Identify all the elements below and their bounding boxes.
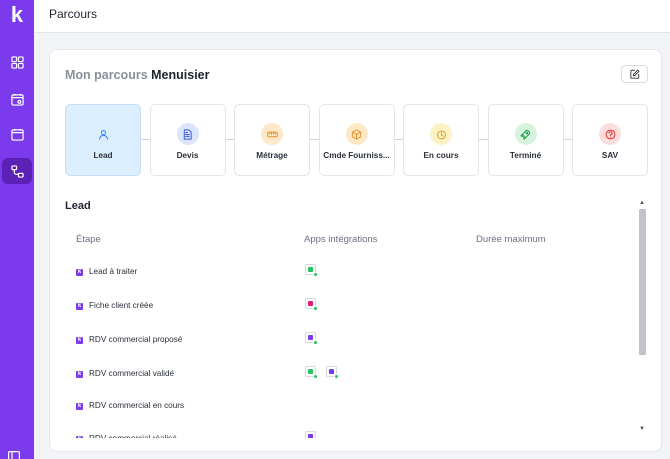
card-title: Mon parcours Menuisier	[65, 68, 210, 82]
sidebar: k	[0, 0, 34, 459]
calendar-app-icon[interactable]	[305, 431, 316, 438]
row-label: RDV commercial réalisé	[89, 434, 177, 438]
user-icon	[92, 123, 114, 145]
column-header-apps: Apps intégrations	[304, 234, 378, 245]
scroll-up-icon[interactable]: ▲	[639, 200, 645, 206]
calendar-app-icon[interactable]	[326, 366, 339, 379]
app-logo[interactable]: k	[6, 4, 28, 26]
step-card[interactable]: Cmde Fourniss...	[318, 104, 395, 176]
step-label: Métrage	[256, 151, 288, 160]
column-header-etape: Étape	[76, 234, 101, 245]
step-label: Cmde Fourniss...	[323, 151, 390, 160]
top-bar: Parcours	[34, 0, 670, 33]
page-title: Parcours	[49, 7, 98, 21]
step-card[interactable]: Lead	[65, 104, 141, 176]
brand-logo-icon: k	[76, 436, 83, 438]
rocket-icon	[514, 123, 537, 145]
scroll-down-icon[interactable]: ▼	[639, 426, 645, 432]
steps-table: k Lead à traiter k Fiche client créée k RDV c…	[50, 252, 640, 438]
step-label: En cours	[423, 151, 459, 160]
row-label: RDV commercial en cours	[89, 401, 185, 410]
document-icon	[176, 123, 199, 145]
step-label: Terminé	[509, 151, 542, 160]
row-label: RDV commercial proposé	[89, 335, 183, 344]
step-card[interactable]: SAV	[572, 104, 648, 176]
row-label: Lead à traiter	[89, 267, 138, 276]
dashboard-icon[interactable]	[2, 49, 32, 75]
step-label: Lead	[93, 151, 113, 160]
brand-logo-icon: k	[76, 303, 83, 310]
table-row[interactable]: k Fiche client créée	[50, 298, 640, 318]
table-row[interactable]: k RDV commercial réalisé	[50, 431, 640, 438]
step-label: Devis	[176, 151, 199, 160]
calendar-app-icon[interactable]	[305, 332, 318, 345]
step-label: SAV	[601, 151, 619, 160]
calendar-check-icon[interactable]	[2, 86, 32, 112]
parcours-card: Mon parcours Menuisier Lead Devis Métrage C…	[49, 49, 662, 452]
brand-logo-icon: k	[76, 371, 83, 378]
edit-button[interactable]	[621, 65, 648, 83]
collapse-sidebar-icon[interactable]	[8, 448, 20, 459]
column-header-duree: Durée maximum	[476, 234, 546, 245]
scrollbar[interactable]: ▲ ▼	[638, 200, 647, 436]
globe-app-icon[interactable]	[305, 366, 318, 379]
scrollbar-thumb[interactable]	[639, 209, 646, 355]
row-label: Fiche client créée	[89, 301, 154, 310]
table-row[interactable]: k RDV commercial validé	[50, 366, 640, 386]
ruler-icon	[261, 123, 283, 145]
step-card[interactable]: Devis	[149, 104, 226, 176]
table-row[interactable]: k RDV commercial proposé	[50, 332, 640, 352]
brand-logo-icon: k	[76, 403, 83, 410]
card-title-prefix: Mon parcours	[65, 68, 148, 82]
section-title: Lead	[65, 200, 91, 212]
card-title-trade: Menuisier	[151, 68, 210, 82]
step-card[interactable]: En cours	[403, 104, 479, 176]
globe-app-icon[interactable]	[305, 264, 318, 277]
calendar-icon[interactable]	[2, 121, 32, 147]
edit-icon	[629, 69, 640, 79]
box-icon	[345, 123, 368, 145]
workflow-icon[interactable]	[2, 158, 32, 184]
step-card[interactable]: Métrage	[234, 104, 310, 176]
table-row[interactable]: k RDV commercial en cours	[50, 398, 640, 418]
brand-logo-icon: k	[76, 337, 83, 344]
clock-icon	[430, 123, 452, 145]
row-label: RDV commercial validé	[89, 369, 175, 378]
step-card[interactable]: Terminé	[487, 104, 564, 176]
table-row[interactable]: k Lead à traiter	[50, 264, 640, 284]
help-icon	[599, 123, 621, 145]
brand-logo-icon: k	[76, 269, 83, 276]
form-app-icon[interactable]	[305, 298, 318, 311]
